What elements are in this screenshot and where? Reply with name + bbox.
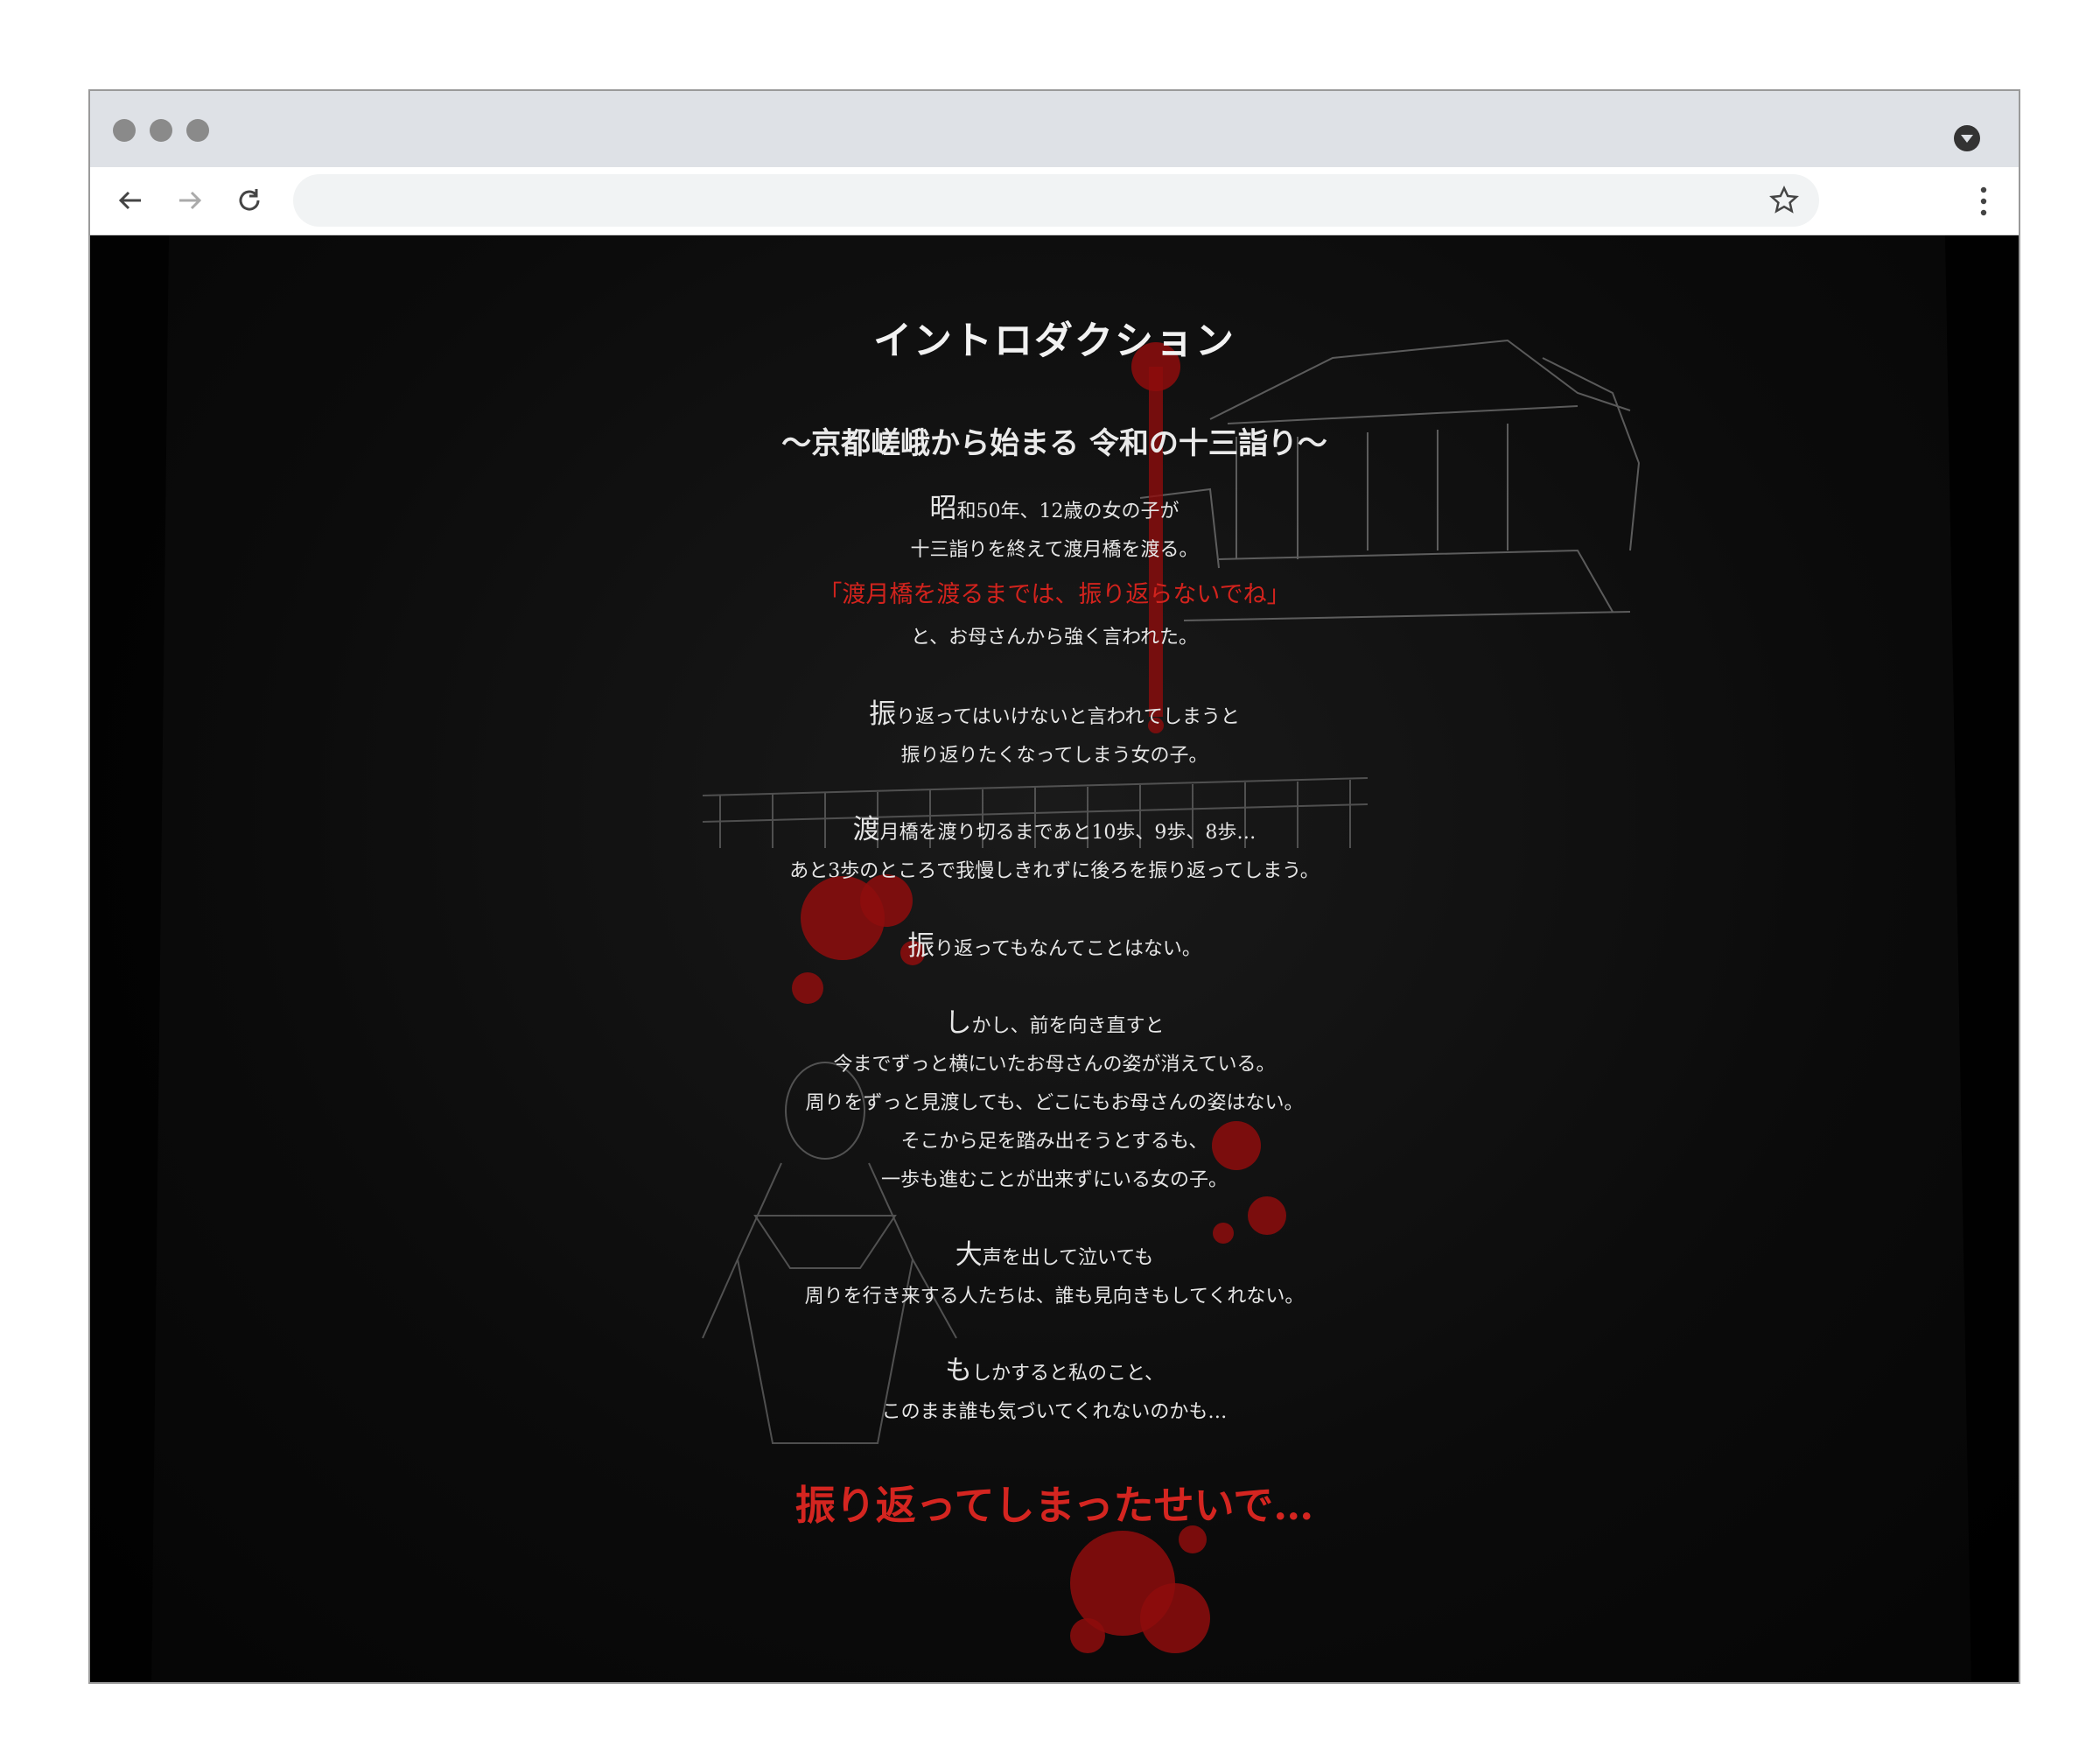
page-title: イントロダクション [873,319,1236,363]
back-icon[interactable] [113,183,148,218]
stanza-7-line3: 周りをずっと見渡しても、どこにもお母さんの姿はない。 [805,1092,1304,1114]
browser-toolbar [90,167,2019,235]
stanza-6-line1: り返ってもなんてことはない。 [934,938,1201,960]
reload-icon[interactable] [232,183,267,218]
stanza-7-line4: そこから足を踏み出そうとするも、 [900,1131,1208,1153]
stanza-1: 昭和50年、12歳の女の子が 十三詣りを終えて渡月橋を渡る。 [90,489,2019,570]
stanza-1-initial: 昭 [929,493,957,524]
stanza-5-line2: あと3歩のところで我慢しきれずに後ろを振り返ってしまう。 [789,860,1320,882]
page-content: イントロダクション 〜京都嵯峨から始まる 令和の十三詣り〜 昭和50年、12歳の… [90,235,2019,1682]
window-minimize-dot[interactable] [150,119,172,142]
forward-icon[interactable] [172,183,207,218]
page-subtitle: 〜京都嵯峨から始まる 令和の十三詣り〜 [781,426,1327,461]
kebab-menu-icon[interactable] [1980,185,1987,218]
address-bar[interactable] [293,174,1819,227]
stanza-9-line2: このまま誰も気づいてくれないのかも… [881,1401,1228,1423]
window-close-dot[interactable] [113,119,136,142]
stanza-1-line1: 和50年、12歳の女の子が [956,501,1180,522]
stanza-6-initial: 振 [907,930,935,962]
stanza-4-line1: り返ってはいけないと言われてしまうと [896,706,1240,728]
window-maximize-dot[interactable] [186,119,209,142]
stanza-7-line2: 今までずっと横にいたお母さんの姿が消えている。 [833,1054,1276,1076]
stanza-8: 大声を出して泣いても 周りを行き来する人たちは、誰も見向きもしてくれない。 [90,1236,2019,1316]
stanza-4: 振り返ってはいけないと言われてしまうと 振り返りたくなってしまう女の子。 [90,695,2019,775]
stanza-4-line2: 振り返りたくなってしまう女の子。 [900,745,1208,767]
stanza-7-initial: し [944,1007,972,1039]
stanza-7: しかし、前を向き直すと 今までずっと横にいたお母さんの姿が消えている。 周りをず… [90,1004,2019,1200]
stanza-3-line1: と、お母さんから強く言われた。 [910,627,1199,649]
stanza-5: 渡月橋を渡り切るまであと10歩、9歩、8歩… あと3歩のところで我慢しきれずに後… [90,810,2019,891]
stanza-8-line1: 声を出して泣いても [982,1247,1154,1269]
stanza-9-initial: も [944,1355,972,1386]
bookmark-star-icon[interactable] [1768,185,1800,216]
stanza-6: 振り返ってもなんてことはない。 [90,927,2019,969]
stanza-9: もしかすると私のこと、 このまま誰も気づいてくれないのかも… [90,1351,2019,1432]
stanza-7-line1: かし、前を向き直すと [971,1015,1165,1037]
stanza-5-initial: 渡 [852,814,880,845]
stanza-5-line1: 月橋を渡り切るまであと10歩、9歩、8歩… [879,822,1256,844]
stanza-4-initial: 振 [869,698,897,730]
stanza-8-initial: 大 [955,1239,983,1271]
stanza-7-line5: 一歩も進むことが出来ずにいる女の子。 [880,1169,1228,1191]
profile-menu-icon[interactable] [1954,125,1980,151]
browser-window: イントロダクション 〜京都嵯峨から始まる 令和の十三詣り〜 昭和50年、12歳の… [88,89,2020,1684]
closing-line: 振り返ってしまったせいで… [794,1482,1314,1529]
stanza-1-line2: 十三詣りを終えて渡月橋を渡る。 [910,539,1199,561]
stanza-3: と、お母さんから強く言われた。 [90,619,2019,657]
warning-quote: 「渡月橋を渡るまでは、振り返らないでね」 [818,581,1291,608]
stanza-8-line2: 周りを行き来する人たちは、誰も見向きもしてくれない。 [804,1286,1305,1308]
stanza-9-line1: しかすると私のこと、 [971,1363,1165,1385]
title-bar [90,91,2019,167]
